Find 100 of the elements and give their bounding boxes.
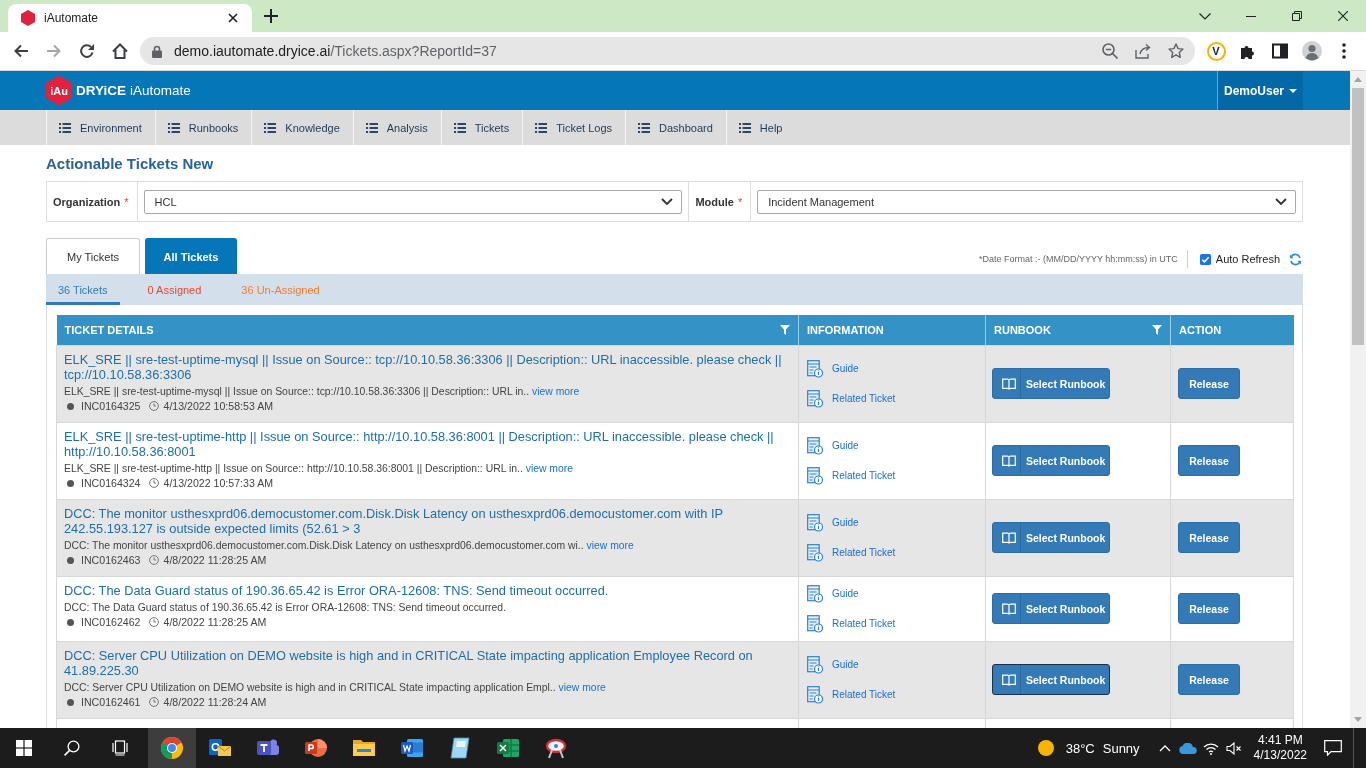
reload-icon[interactable] [78,43,95,59]
back-arrow-icon[interactable] [12,43,29,59]
filter-icon[interactable] [1152,324,1162,335]
share-icon[interactable] [1135,43,1151,59]
list-icon [535,122,548,133]
info-link[interactable]: Related Ticket [832,470,896,481]
speaker-muted-icon[interactable] [1226,741,1243,755]
info-link[interactable]: Guide [832,659,859,670]
count-tab[interactable]: 36 Tickets [46,274,120,305]
ticket-title[interactable]: ELK_SRE || sre-test-uptime-http || Issue on Source:: http://10.10.58.36:8001 || Description:: URL inaccessible. please check || http://10.10.58.36:8001 [64,428,791,459]
document-info-icon[interactable] [807,543,823,562]
notification-icon[interactable] [1324,740,1342,756]
select-runbook-button[interactable]: Select Runbook [992,445,1110,476]
document-info-icon[interactable] [807,466,823,485]
info-link[interactable]: Related Ticket [832,689,896,700]
minimize-icon[interactable] [1246,15,1256,17]
close-icon[interactable] [228,13,238,23]
document-info-icon[interactable] [807,359,823,378]
status-dot-icon [67,698,74,706]
avatar-icon[interactable] [1302,41,1322,61]
document-info-icon[interactable] [807,685,823,704]
scrollbar[interactable] [1350,71,1366,728]
nav-item[interactable]: Ticket Logs [522,110,625,145]
select-runbook-button[interactable]: Select Runbook [992,368,1110,399]
refresh-icon[interactable] [1289,252,1302,266]
nav-item[interactable]: Environment [46,110,155,145]
info-link[interactable]: Guide [832,440,859,451]
browser-tab[interactable]: iAutomate [8,4,252,32]
nav-item[interactable]: Analysis [352,110,441,145]
release-button[interactable]: Release [1178,522,1240,553]
cloud-icon[interactable] [1179,742,1198,754]
document-info-icon[interactable] [807,513,823,532]
windows-start-icon[interactable] [16,740,32,756]
filter-icon[interactable] [780,324,790,335]
side-panel-icon[interactable] [1272,43,1288,59]
checkbox[interactable] [1199,253,1211,265]
ticket-title[interactable]: DCC: Server CPU Utilization on DEMO website is high and in CRITICAL State impacting application Employee Record on 41.89.225.30 [64,647,791,678]
zoom-out-icon[interactable] [1102,43,1118,59]
scrollbar-thumb[interactable] [1352,88,1364,345]
view-more-link[interactable]: view more [586,539,634,551]
wifi-icon[interactable] [1203,741,1220,755]
release-button[interactable]: Release [1178,593,1240,624]
nav-item[interactable]: Tickets [440,110,523,145]
view-more-link[interactable]: view more [558,681,606,693]
document-info-icon[interactable] [807,655,823,674]
select-field[interactable]: Incident Management [757,189,1296,214]
taskbar-app-button[interactable] [148,728,196,768]
view-more-link[interactable]: view more [532,385,580,397]
restore-icon[interactable] [1292,11,1302,21]
book-icon [1002,454,1016,467]
select-runbook-button[interactable]: Select Runbook [992,593,1110,624]
checkbox-label[interactable]: Auto Refresh [1215,253,1280,265]
address-bar[interactable]: demo.iautomate.dryice.ai/Tickets.aspx?ReportId=37 [140,37,1195,65]
ticket-title[interactable]: DCC: The Data Guard status of 190.36.65.42 is Error ORA-12608: TNS: Send timeout occurred. [64,582,791,598]
star-icon[interactable] [1168,43,1184,59]
release-button[interactable]: Release [1178,445,1240,476]
home-icon[interactable] [111,43,128,59]
nav-item[interactable]: Dashboard [625,110,726,145]
task-view-icon[interactable] [112,740,128,756]
info-link[interactable]: Guide [832,517,859,528]
chevron-down-icon[interactable] [1199,12,1211,20]
list-icon [167,122,180,133]
puzzle-piece-icon[interactable] [1240,43,1256,59]
ticket-title[interactable]: DCC: The monitor usthesxprd06.democustomer.com.Disk.Disk Latency on usthesxprd06.democustomer.com with IP 242.55.193.127 is outside expected limits (52.61 > 3 [64,505,791,536]
document-info-icon[interactable] [807,436,823,455]
document-info-icon[interactable] [807,614,823,633]
select-field[interactable]: HCL [143,189,683,214]
info-link[interactable]: Related Ticket [832,618,896,629]
nav-item[interactable]: Runbooks [154,110,252,145]
release-button[interactable]: Release [1178,368,1240,399]
chevron-up-icon[interactable] [1159,744,1172,752]
page-title: Actionable Tickets New [46,155,215,173]
info-link[interactable]: Related Ticket [832,393,896,404]
more-menu-icon[interactable] [1342,43,1346,59]
sun-icon[interactable] [1037,740,1054,756]
select-runbook-button[interactable]: Select Runbook [992,522,1110,553]
close-icon[interactable] [1338,11,1348,21]
weather-condition[interactable]: Sunny [1102,740,1140,756]
extension-button[interactable]: V [1206,41,1226,61]
clock-icon [148,617,159,627]
nav-item[interactable]: Knowledge [251,110,353,145]
view-more-link[interactable]: view more [525,462,574,474]
taskbar-clock[interactable]: 4:41 PM 4/13/2022 [1245,733,1313,763]
tab[interactable]: My Tickets [46,238,140,274]
info-link[interactable]: Related Ticket [832,547,896,558]
count-tab[interactable]: 0 Assigned [135,274,214,305]
plus-icon[interactable] [264,9,278,23]
user-menu-button[interactable]: DemoUser [1217,71,1303,110]
tab[interactable]: All Tickets [145,238,237,274]
document-info-icon[interactable] [807,584,823,603]
info-link[interactable]: Guide [832,588,859,599]
info-link[interactable]: Guide [832,363,859,374]
clock-date: 4/13/2022 [1253,748,1307,763]
nav-item[interactable]: Help [725,110,796,145]
ticket-title[interactable]: ELK_SRE || sre-test-uptime-mysql || Issue on Source:: tcp://10.10.58.36:3306 || Description:: URL inaccessible. please check || tcp://10.10.58.36:3306 [64,351,791,382]
select-runbook-button[interactable]: Select Runbook [992,664,1110,695]
release-button[interactable]: Release [1178,664,1240,695]
search-icon[interactable] [64,740,80,756]
weather-temperature[interactable]: 38°C [1065,740,1095,756]
document-info-icon[interactable] [807,389,823,408]
